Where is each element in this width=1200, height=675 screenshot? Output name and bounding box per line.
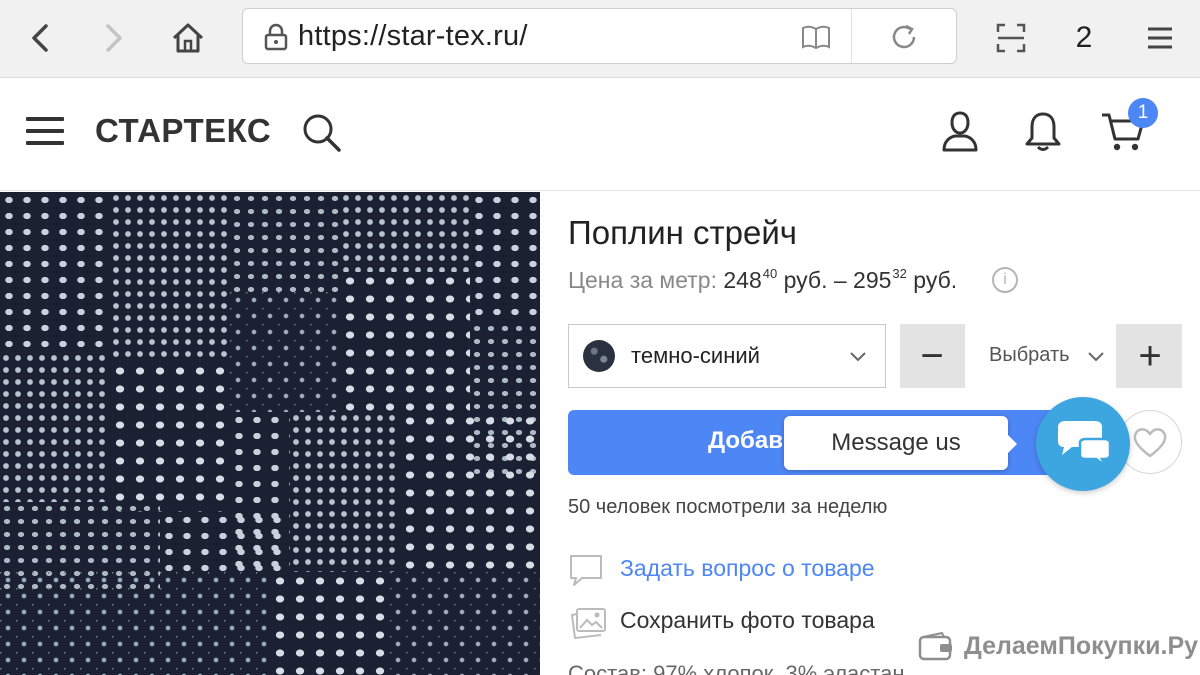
color-swatch: [583, 340, 615, 372]
cart-count-badge: 1: [1128, 98, 1158, 128]
user-icon[interactable]: [940, 109, 980, 153]
watermark: ДелаемПокупки.Ру: [918, 628, 1198, 668]
site-header: СТАРТЕКС: [0, 79, 1200, 191]
color-select[interactable]: темно-синий: [568, 324, 886, 388]
reader-mode-icon[interactable]: [800, 21, 832, 53]
heart-icon: [1133, 428, 1167, 458]
product-image[interactable]: [0, 192, 540, 675]
watermark-text: ДелаемПокупки.Ру: [964, 632, 1199, 660]
forward-button[interactable]: [90, 14, 138, 62]
back-button[interactable]: [16, 14, 64, 62]
scan-frame-icon: [996, 23, 1026, 53]
price-currency: руб.: [913, 267, 958, 293]
price-to: 29532: [853, 266, 907, 293]
reload-icon[interactable]: [888, 21, 920, 53]
composition-text: Состав: 97% хлопок, 3% эластан: [568, 661, 905, 675]
ask-question-link[interactable]: Задать вопрос о товаре: [620, 555, 875, 582]
scan-button[interactable]: [987, 14, 1035, 62]
message-us-text: Message us: [831, 429, 961, 456]
home-button[interactable]: [164, 14, 212, 62]
price-from: 24840: [723, 266, 778, 293]
hamburger-menu-icon[interactable]: [26, 117, 64, 147]
price-range-separator: –: [833, 267, 847, 293]
chat-launcher-button[interactable]: [1036, 397, 1130, 491]
quantity-stepper: − Выбрать +: [900, 324, 1182, 388]
bell-icon[interactable]: [1022, 109, 1064, 153]
photo-icon: [571, 608, 606, 639]
quantity-placeholder: Выбрать: [989, 344, 1070, 366]
site-logo[interactable]: СТАРТЕКС: [95, 112, 271, 150]
ask-question-row[interactable]: Задать вопрос о товаре: [568, 550, 928, 590]
info-icon[interactable]: i: [992, 267, 1018, 293]
message-us-bubble[interactable]: Message us: [784, 416, 1017, 470]
chevron-right-icon: [106, 24, 122, 52]
address-bar[interactable]: https://star-tex.ru/: [242, 8, 957, 64]
tabs-counter[interactable]: 2: [1060, 14, 1108, 62]
chevron-left-icon: [32, 24, 48, 52]
save-photo-row[interactable]: Сохранить фото товара: [568, 602, 928, 642]
quantity-select[interactable]: Выбрать: [965, 324, 1116, 388]
color-selected-label: темно-синий: [631, 343, 760, 368]
chevron-down-icon: [850, 352, 866, 362]
browser-menu-button[interactable]: [1136, 14, 1184, 62]
browser-toolbar: https://star-tex.ru/ 2: [0, 0, 1200, 78]
wallet-icon: [918, 632, 952, 661]
menu-icon: [1148, 27, 1172, 49]
lock-icon: [264, 23, 288, 51]
product-title: Поплин стрейч: [568, 214, 797, 251]
speech-bubble-icon: [570, 555, 602, 586]
price-currency: руб.: [783, 267, 828, 293]
search-icon[interactable]: [300, 111, 342, 153]
price-row: Цена за метр: 24840 руб. – 29532 руб.: [568, 266, 957, 294]
chat-bubbles-icon: [1058, 421, 1112, 468]
save-photo-label: Сохранить фото товара: [620, 607, 875, 633]
viewers-count-text: 50 человек посмотрели за неделю: [568, 496, 888, 518]
home-icon: [172, 23, 204, 53]
quantity-decrease-button[interactable]: −: [900, 324, 964, 388]
price-label: Цена за метр:: [568, 267, 717, 293]
address-divider: [851, 9, 852, 63]
url-text: https://star-tex.ru/: [298, 20, 528, 52]
chevron-down-icon: [1088, 352, 1104, 362]
quantity-increase-button[interactable]: +: [1118, 324, 1182, 388]
